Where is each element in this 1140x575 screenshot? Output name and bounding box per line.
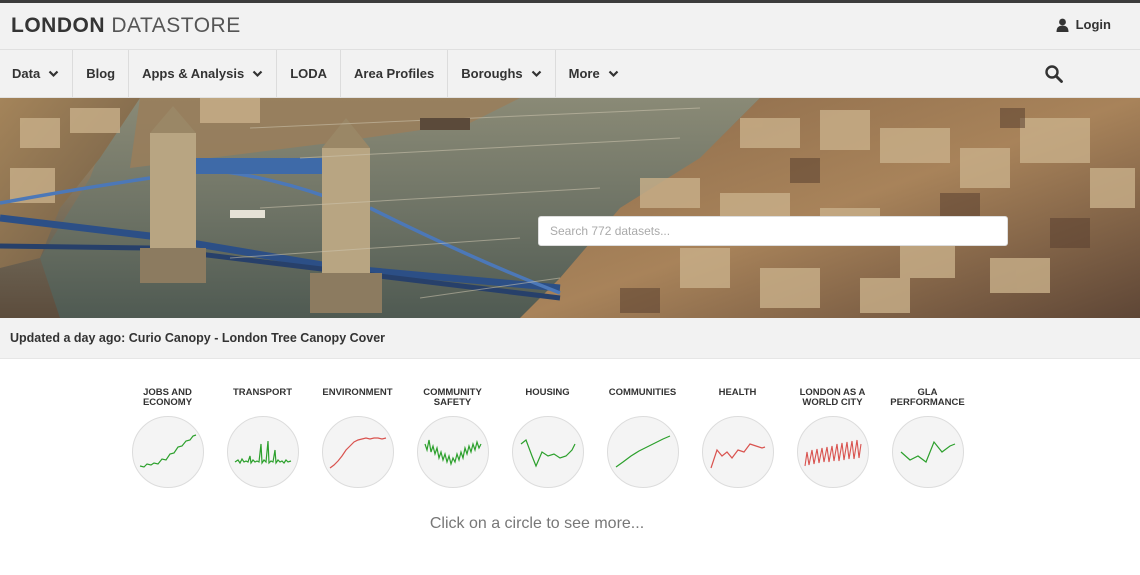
topic-label: COMMUNITIES: [598, 388, 688, 416]
sparkline-chart: [329, 437, 386, 469]
topic-environment[interactable]: ENVIRONMENT: [310, 388, 405, 488]
topic-label: LONDON AS A WORLD CITY: [788, 388, 878, 416]
topic-circle[interactable]: [416, 416, 489, 488]
topic-circle[interactable]: [701, 416, 774, 488]
hero-banner: [0, 98, 1140, 318]
updated-prefix: Updated a day ago:: [10, 331, 126, 345]
sparkline: [139, 434, 196, 468]
topic-communities[interactable]: COMMUNITIES: [595, 388, 690, 488]
topic-circle[interactable]: [321, 416, 394, 488]
topic-housing[interactable]: HOUSING: [500, 388, 595, 488]
login-label: Login: [1075, 17, 1111, 32]
sparkline: [423, 439, 482, 467]
nav-item-label: Boroughs: [461, 66, 523, 81]
sparkline-chart: [139, 434, 196, 468]
topic-circle[interactable]: [511, 416, 584, 488]
chevron-down-icon: [48, 70, 59, 78]
topic-circle[interactable]: [131, 416, 204, 488]
topic-label: HEALTH: [693, 388, 783, 416]
sparkline-chart: [520, 439, 576, 468]
site-header: LONDON DATASTORE Login: [0, 3, 1140, 50]
nav-item-loda[interactable]: LODA: [277, 50, 342, 97]
topic-circle[interactable]: [226, 416, 299, 488]
sparkline-chart: [423, 439, 482, 467]
nav-item-label: Blog: [86, 66, 116, 81]
topic-label-line: SAFETY: [433, 396, 472, 408]
topic-label-line: HOUSING: [525, 387, 570, 398]
login-link[interactable]: Login: [1056, 17, 1111, 32]
sparkline: [615, 435, 670, 468]
sparkline-chart: [234, 440, 291, 465]
topic-transport[interactable]: TRANSPORT: [215, 388, 310, 488]
chevron-down-icon: [608, 70, 618, 78]
chevron-down-icon: [531, 70, 541, 78]
topic-label-line: WORLD CITY: [802, 396, 863, 408]
topic-label: ENVIRONMENT: [313, 388, 403, 416]
sparkline: [234, 440, 291, 465]
nav-item-label: Area Profiles: [354, 66, 435, 81]
site-logo[interactable]: LONDON DATASTORE: [11, 14, 241, 38]
tower-bridge-photo: [0, 98, 1140, 318]
nav-item-more[interactable]: More: [556, 50, 632, 97]
logo-light-text: DATASTORE: [111, 14, 241, 37]
nav-item-boroughs[interactable]: Boroughs: [448, 50, 556, 97]
topic-label-line: TRANSPORT: [232, 387, 293, 398]
topic-label: HOUSING: [503, 388, 593, 416]
sparkline: [520, 439, 576, 468]
topic-jobs-economy[interactable]: JOBS AND ECONOMY: [120, 388, 215, 488]
topic-label-line: PERFORMANCE: [890, 396, 965, 408]
topic-london-world-city[interactable]: LONDON AS A WORLD CITY: [785, 388, 880, 488]
topic-label: GLA PERFORMANCE: [883, 388, 973, 416]
topic-label: COMMUNITY SAFETY: [408, 388, 498, 416]
sparkline: [329, 437, 386, 469]
sparkline-chart: [615, 435, 670, 468]
nav-item-label: Data: [12, 66, 41, 81]
sparkline: [803, 439, 862, 467]
topic-health[interactable]: HEALTH: [690, 388, 785, 488]
topic-gla-performance[interactable]: GLA PERFORMANCE: [880, 388, 975, 488]
logo-bold-text: LONDON: [11, 14, 105, 37]
updated-dataset-link[interactable]: Curio Canopy - London Tree Canopy Cover: [129, 331, 385, 345]
nav-item-label: More: [568, 66, 600, 81]
sparkline: [709, 443, 765, 469]
topic-label: TRANSPORT: [218, 388, 308, 416]
topic-circle[interactable]: [796, 416, 869, 488]
topic-label-line: ENVIRONMENT: [322, 387, 393, 398]
topic-circle[interactable]: [606, 416, 679, 488]
dataset-search-input[interactable]: [538, 216, 1008, 246]
search-icon[interactable]: [1044, 64, 1064, 84]
nav-item-blog[interactable]: Blog: [73, 50, 130, 97]
topic-community-safety[interactable]: COMMUNITY SAFETY: [405, 388, 500, 488]
sparkline-chart: [900, 440, 955, 463]
nav-item-label: LODA: [290, 66, 328, 81]
topic-hint-text: Click on a circle to see more...: [429, 515, 645, 532]
nav-item-data[interactable]: Data: [0, 50, 74, 97]
sparkline: [900, 440, 955, 463]
topic-label-line: HEALTH: [718, 387, 757, 398]
topic-label-line: COMMUNITIES: [608, 387, 677, 398]
topic-circles: JOBS AND ECONOMY TRANSPORT ENVIRONMENT CO…: [120, 388, 975, 488]
user-icon: [1056, 18, 1069, 32]
updated-banner: Updated a day ago: Curio Canopy - London…: [0, 318, 1140, 359]
nav-item-apps-analysis[interactable]: Apps & Analysis: [129, 50, 278, 97]
topic-label: JOBS AND ECONOMY: [123, 388, 213, 416]
chevron-down-icon: [252, 70, 263, 78]
nav-item-area-profiles[interactable]: Area Profiles: [341, 50, 449, 97]
topic-circle[interactable]: [891, 416, 964, 488]
sparkline-chart: [803, 439, 862, 467]
nav-item-label: Apps & Analysis: [142, 66, 245, 81]
topic-label-line: ECONOMY: [142, 396, 193, 408]
sparkline-chart: [709, 443, 765, 469]
main-nav: Data Blog Apps & Analysis LODA Area Prof…: [0, 50, 1140, 98]
